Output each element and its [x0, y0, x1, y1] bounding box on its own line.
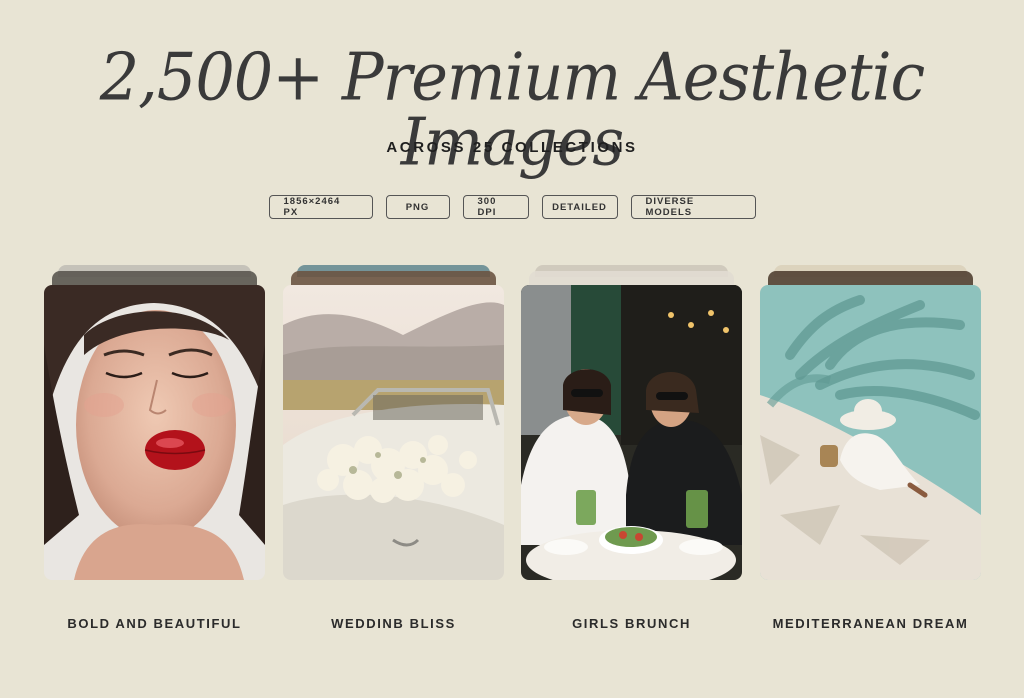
collection-label-mediterranean-dream: MEDITERRANEAN DREAM: [772, 616, 969, 631]
collection-card-girls-brunch[interactable]: [521, 265, 742, 581]
stacked-preview-middle: [52, 271, 257, 285]
stacked-preview-middle: [529, 271, 734, 285]
badge-format: PNG: [385, 195, 450, 219]
collection-label-bold-and-beautiful: BOLD AND BEAUTIFUL: [67, 616, 242, 631]
badge-detailed: DETAILED: [541, 195, 618, 219]
stacked-preview-middle: [768, 271, 973, 285]
poolside-palm-shadow-image: [760, 285, 981, 580]
badge-dpi: 300 DPI: [462, 195, 529, 219]
page-subtitle: ACROSS 25 COLLECTIONS: [386, 139, 638, 156]
collection-label-weddinb-bliss: WEDDINB BLISS: [331, 616, 456, 631]
collection-card-weddinb-bliss[interactable]: [283, 265, 504, 581]
badge-resolution: 1856×2464 PX: [268, 195, 373, 219]
portrait-red-lips-image: [44, 285, 265, 580]
collection-card-mediterranean-dream[interactable]: [760, 265, 981, 581]
collection-label-girls-brunch: GIRLS BRUNCH: [572, 616, 691, 631]
stacked-preview-middle: [291, 271, 496, 285]
feature-badges: 1856×2464 PX PNG 300 DPI DETAILED DIVERS…: [0, 195, 1024, 219]
badge-diverse-models: DIVERSE MODELS: [630, 195, 756, 219]
collection-card-bold-and-beautiful[interactable]: [44, 265, 265, 581]
vintage-car-flowers-image: [283, 285, 504, 580]
cafe-brunch-friends-image: [521, 285, 742, 580]
